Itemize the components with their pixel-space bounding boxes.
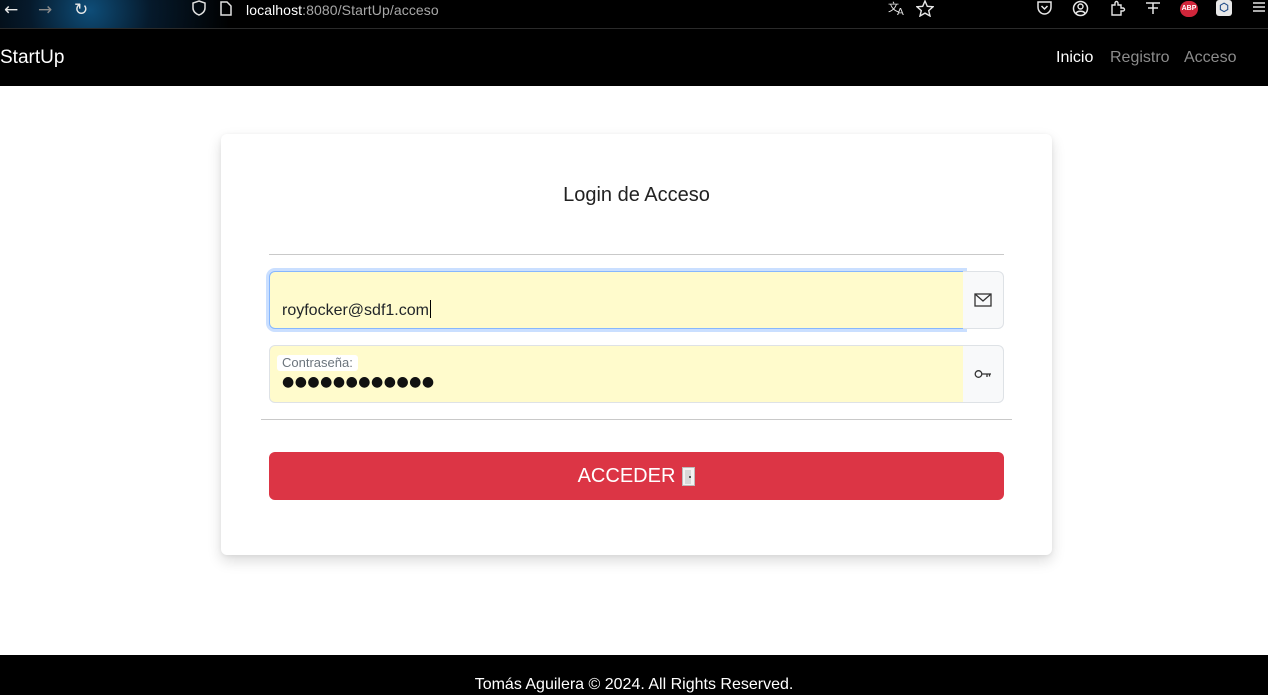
account-icon[interactable]	[1072, 0, 1089, 21]
door-icon	[682, 466, 696, 486]
acceder-button-label: ACCEDER	[577, 464, 676, 487]
back-arrow-icon[interactable]: ←	[4, 1, 18, 19]
reload-icon[interactable]: ↻	[74, 1, 88, 19]
shield-icon[interactable]	[192, 0, 206, 20]
email-input-group: royfocker@sdf1.com	[269, 271, 1004, 329]
email-value: royfocker@sdf1.com	[282, 300, 431, 319]
password-label: Contraseña:	[277, 355, 358, 371]
tool-icon[interactable]	[1144, 0, 1162, 20]
email-field[interactable]: royfocker@sdf1.com	[269, 271, 964, 329]
footer-copyright: Tomás Aguilera © 2024. All Rights Reserv…	[474, 676, 794, 693]
pocket-icon[interactable]	[1036, 0, 1053, 20]
password-value: ●●●●●●●●●●●●	[282, 374, 435, 390]
divider-top	[269, 254, 1004, 255]
key-icon	[963, 345, 1004, 403]
top-navbar: StartUp Inicio Registro Acceso	[0, 29, 1268, 86]
login-card: Login de Acceso royfocker@sdf1.com Contr…	[221, 134, 1052, 555]
bookmark-star-icon[interactable]	[915, 0, 935, 21]
adblock-icon[interactable]: ABP	[1180, 1, 1198, 17]
brand-logo-text[interactable]: StartUp	[0, 47, 64, 69]
svg-text:A: A	[897, 7, 904, 16]
nav-link-acceso[interactable]: Acceso	[1184, 49, 1236, 67]
password-field[interactable]: Contraseña: ●●●●●●●●●●●●	[269, 345, 964, 403]
nav-link-registro[interactable]: Registro	[1110, 49, 1170, 67]
footer: Tomás Aguilera © 2024. All Rights Reserv…	[0, 655, 1268, 695]
password-input-group: Contraseña: ●●●●●●●●●●●●	[269, 345, 1004, 403]
nav-link-inicio[interactable]: Inicio	[1056, 49, 1093, 67]
envelope-icon	[963, 271, 1004, 329]
extension-badge-icon[interactable]: ⬡	[1216, 0, 1232, 16]
page-icon	[220, 0, 232, 20]
acceder-button[interactable]: ACCEDER	[269, 452, 1004, 500]
menu-icon[interactable]	[1252, 0, 1266, 18]
url-text[interactable]: localhost:8080/StartUp/acceso	[246, 2, 439, 18]
browser-toolbar: ← → ↻ localhost:8080/StartUp/acceso 文A A…	[0, 0, 1268, 29]
divider-bottom	[261, 419, 1012, 420]
translate-icon[interactable]: 文A	[888, 0, 906, 20]
forward-arrow-icon[interactable]: →	[38, 1, 52, 19]
login-title: Login de Acceso	[563, 184, 710, 206]
extensions-icon[interactable]	[1109, 0, 1126, 21]
address-bar[interactable]: localhost:8080/StartUp/acceso	[192, 0, 439, 20]
